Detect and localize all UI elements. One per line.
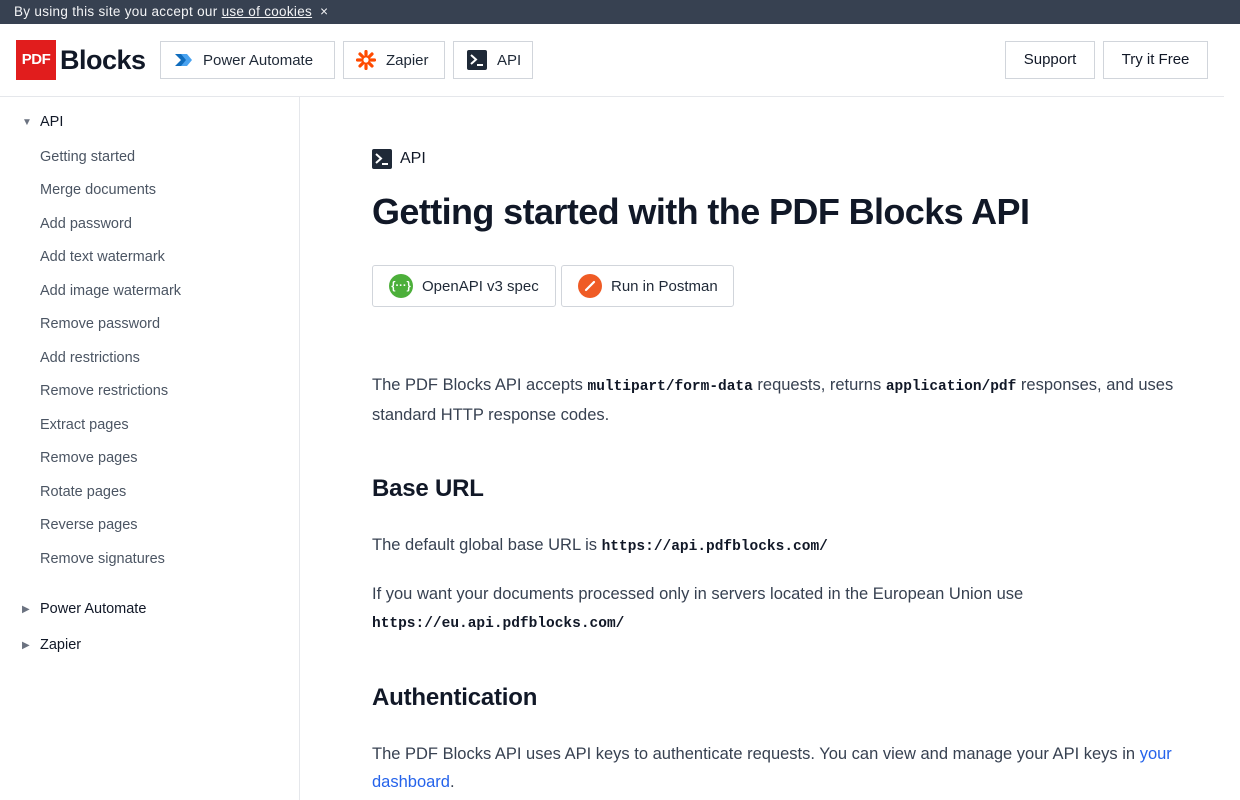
postman-icon bbox=[578, 274, 602, 298]
sidebar: ▼ API Getting started Merge documents Ad… bbox=[0, 97, 300, 800]
auth-text-end: . bbox=[449, 773, 455, 791]
sidebar-item-add-password[interactable]: Add password bbox=[40, 216, 132, 232]
sidebar-item-extract-pages[interactable]: Extract pages bbox=[40, 417, 129, 433]
zapier-icon bbox=[356, 50, 376, 70]
sidebar-section-power-automate[interactable]: ▶ Power Automate bbox=[22, 601, 146, 617]
openapi-spec-button[interactable]: {···} OpenAPI v3 spec bbox=[372, 265, 556, 307]
eu-url-text: If you want your documents processed onl… bbox=[372, 585, 1024, 603]
sidebar-item-getting-started[interactable]: Getting started bbox=[40, 149, 135, 165]
close-icon[interactable]: × bbox=[320, 4, 328, 19]
terminal-icon bbox=[467, 50, 487, 70]
top-header: PDF Blocks Power Automate Zapier API Sup… bbox=[0, 24, 1224, 97]
sidebar-item-reverse-pages[interactable]: Reverse pages bbox=[40, 517, 138, 533]
sidebar-section-label: API bbox=[40, 114, 64, 130]
sidebar-item-merge-documents[interactable]: Merge documents bbox=[40, 182, 156, 198]
nav-api-button[interactable]: API bbox=[453, 41, 533, 79]
sidebar-item-remove-pages[interactable]: Remove pages bbox=[40, 450, 138, 466]
nav-power-automate-label: Power Automate bbox=[203, 51, 314, 69]
support-button[interactable]: Support bbox=[1005, 41, 1095, 79]
base-url-text: The default global base URL is bbox=[372, 536, 602, 554]
breadcrumb-label: API bbox=[400, 150, 426, 167]
chevron-right-icon: ▶ bbox=[22, 639, 30, 651]
sidebar-item-remove-password[interactable]: Remove password bbox=[40, 316, 160, 332]
terminal-icon bbox=[372, 149, 392, 169]
breadcrumb: API bbox=[372, 149, 426, 169]
logo-wordmark: Blocks bbox=[60, 44, 146, 75]
inline-code: multipart/form-data bbox=[587, 379, 753, 395]
sidebar-item-remove-signatures[interactable]: Remove signatures bbox=[40, 551, 165, 567]
run-in-postman-label: Run in Postman bbox=[611, 277, 718, 295]
chevron-right-icon: ▶ bbox=[22, 603, 30, 615]
try-free-button[interactable]: Try it Free bbox=[1103, 41, 1208, 79]
run-in-postman-button[interactable]: Run in Postman bbox=[561, 265, 734, 307]
inline-code: application/pdf bbox=[885, 379, 1017, 395]
base-url-code: https://api.pdfblocks.com/ bbox=[601, 539, 828, 555]
sidebar-item-remove-restrictions[interactable]: Remove restrictions bbox=[40, 383, 168, 399]
logo[interactable]: PDF Blocks bbox=[16, 40, 146, 80]
intro-text: The PDF Blocks API accepts bbox=[372, 376, 588, 394]
authentication-paragraph: The PDF Blocks API uses API keys to auth… bbox=[372, 740, 1182, 796]
cookie-policy-link[interactable]: use of cookies bbox=[222, 4, 313, 19]
page-title: Getting started with the PDF Blocks API bbox=[372, 191, 1030, 232]
nav-zapier-button[interactable]: Zapier bbox=[343, 41, 445, 79]
eu-url-code: https://eu.api.pdfblocks.com/ bbox=[372, 616, 625, 632]
base-url-heading: Base URL bbox=[372, 475, 484, 502]
cookie-text: By using this site you accept our bbox=[14, 4, 218, 19]
auth-text: The PDF Blocks API uses API keys to auth… bbox=[372, 745, 1140, 763]
logo-pdf-mark: PDF bbox=[16, 40, 56, 80]
sidebar-item-add-restrictions[interactable]: Add restrictions bbox=[40, 350, 140, 366]
sidebar-section-label: Power Automate bbox=[40, 601, 147, 617]
nav-power-automate-button[interactable]: Power Automate bbox=[160, 41, 335, 79]
openapi-icon: {···} bbox=[389, 274, 413, 298]
cookie-banner: By using this site you accept our use of… bbox=[0, 0, 1240, 24]
openapi-spec-label: OpenAPI v3 spec bbox=[422, 277, 539, 295]
authentication-heading: Authentication bbox=[372, 684, 538, 711]
nav-api-label: API bbox=[497, 51, 522, 69]
sidebar-item-rotate-pages[interactable]: Rotate pages bbox=[40, 484, 126, 500]
eu-url-paragraph: If you want your documents processed onl… bbox=[372, 580, 1182, 638]
chevron-down-icon: ▼ bbox=[22, 116, 32, 128]
sidebar-item-add-text-watermark[interactable]: Add text watermark bbox=[40, 249, 165, 265]
sidebar-section-api[interactable]: ▼ API bbox=[22, 114, 63, 130]
base-url-paragraph: The default global base URL is https://a… bbox=[372, 531, 1182, 561]
intro-paragraph: The PDF Blocks API accepts multipart/for… bbox=[372, 371, 1182, 429]
intro-text: requests, returns bbox=[752, 376, 886, 394]
nav-zapier-label: Zapier bbox=[386, 51, 429, 69]
sidebar-section-label: Zapier bbox=[40, 637, 82, 653]
power-automate-icon bbox=[175, 54, 192, 66]
sidebar-section-zapier[interactable]: ▶ Zapier bbox=[22, 637, 81, 653]
sidebar-item-add-image-watermark[interactable]: Add image watermark bbox=[40, 283, 181, 299]
